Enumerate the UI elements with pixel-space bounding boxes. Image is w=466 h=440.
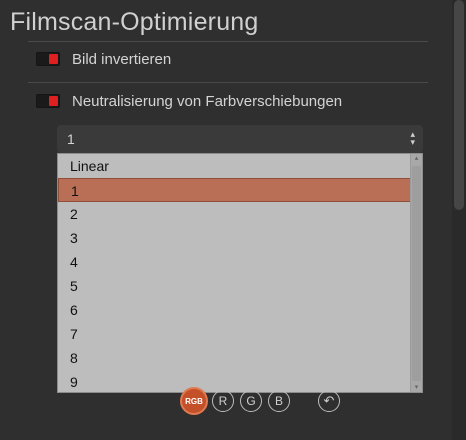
curve-dropdown-menu: Linear 1 2 3 4 5 6 7 8 9 ▴ ▾	[57, 153, 423, 393]
neutralize-toggle[interactable]	[36, 94, 60, 108]
select-value: 1	[67, 131, 75, 147]
dropdown-item-1[interactable]: 1	[58, 178, 411, 202]
panel-scrollbar[interactable]	[452, 0, 466, 440]
dropdown-scrollbar[interactable]: ▴ ▾	[410, 154, 422, 392]
scroll-up-icon[interactable]: ▴	[412, 154, 421, 163]
invert-label: Bild invertieren	[72, 50, 172, 68]
channel-g-button[interactable]: G	[240, 390, 262, 412]
reset-icon[interactable]: ↶	[318, 390, 340, 412]
dropdown-list: Linear 1 2 3 4 5 6 7 8 9	[58, 154, 411, 394]
channel-selector: RGB R G B ↶	[180, 387, 340, 415]
dropdown-item-5[interactable]: 5	[58, 274, 411, 298]
panel-scroll-thumb[interactable]	[454, 0, 464, 210]
invert-image-row[interactable]: Bild invertieren	[36, 48, 171, 70]
curve-select[interactable]: 1 ▴ ▾	[57, 125, 423, 153]
scroll-thumb[interactable]	[412, 166, 421, 381]
scroll-down-icon[interactable]: ▾	[412, 383, 421, 392]
film-scan-panel: Filmscan-Optimierung Bild invertieren Ne…	[0, 0, 452, 440]
updown-arrows-icon: ▴ ▾	[410, 129, 415, 147]
dropdown-item-4[interactable]: 4	[58, 250, 411, 274]
dropdown-item-7[interactable]: 7	[58, 322, 411, 346]
channel-rgb-button[interactable]: RGB	[180, 387, 208, 415]
channel-r-button[interactable]: R	[212, 390, 234, 412]
channel-b-button[interactable]: B	[268, 390, 290, 412]
section-title: Filmscan-Optimierung	[10, 8, 259, 36]
dropdown-item-2[interactable]: 2	[58, 202, 411, 226]
dropdown-item-3[interactable]: 3	[58, 226, 411, 250]
dropdown-item-6[interactable]: 6	[58, 298, 411, 322]
dropdown-item-linear[interactable]: Linear	[58, 154, 411, 178]
dropdown-item-8[interactable]: 8	[58, 346, 411, 370]
neutralize-row[interactable]: Neutralisierung von Farbverschiebungen	[36, 90, 342, 112]
divider	[28, 82, 428, 83]
neutralize-label: Neutralisierung von Farbverschiebungen	[72, 92, 343, 110]
invert-toggle[interactable]	[36, 52, 60, 66]
divider	[28, 41, 428, 42]
